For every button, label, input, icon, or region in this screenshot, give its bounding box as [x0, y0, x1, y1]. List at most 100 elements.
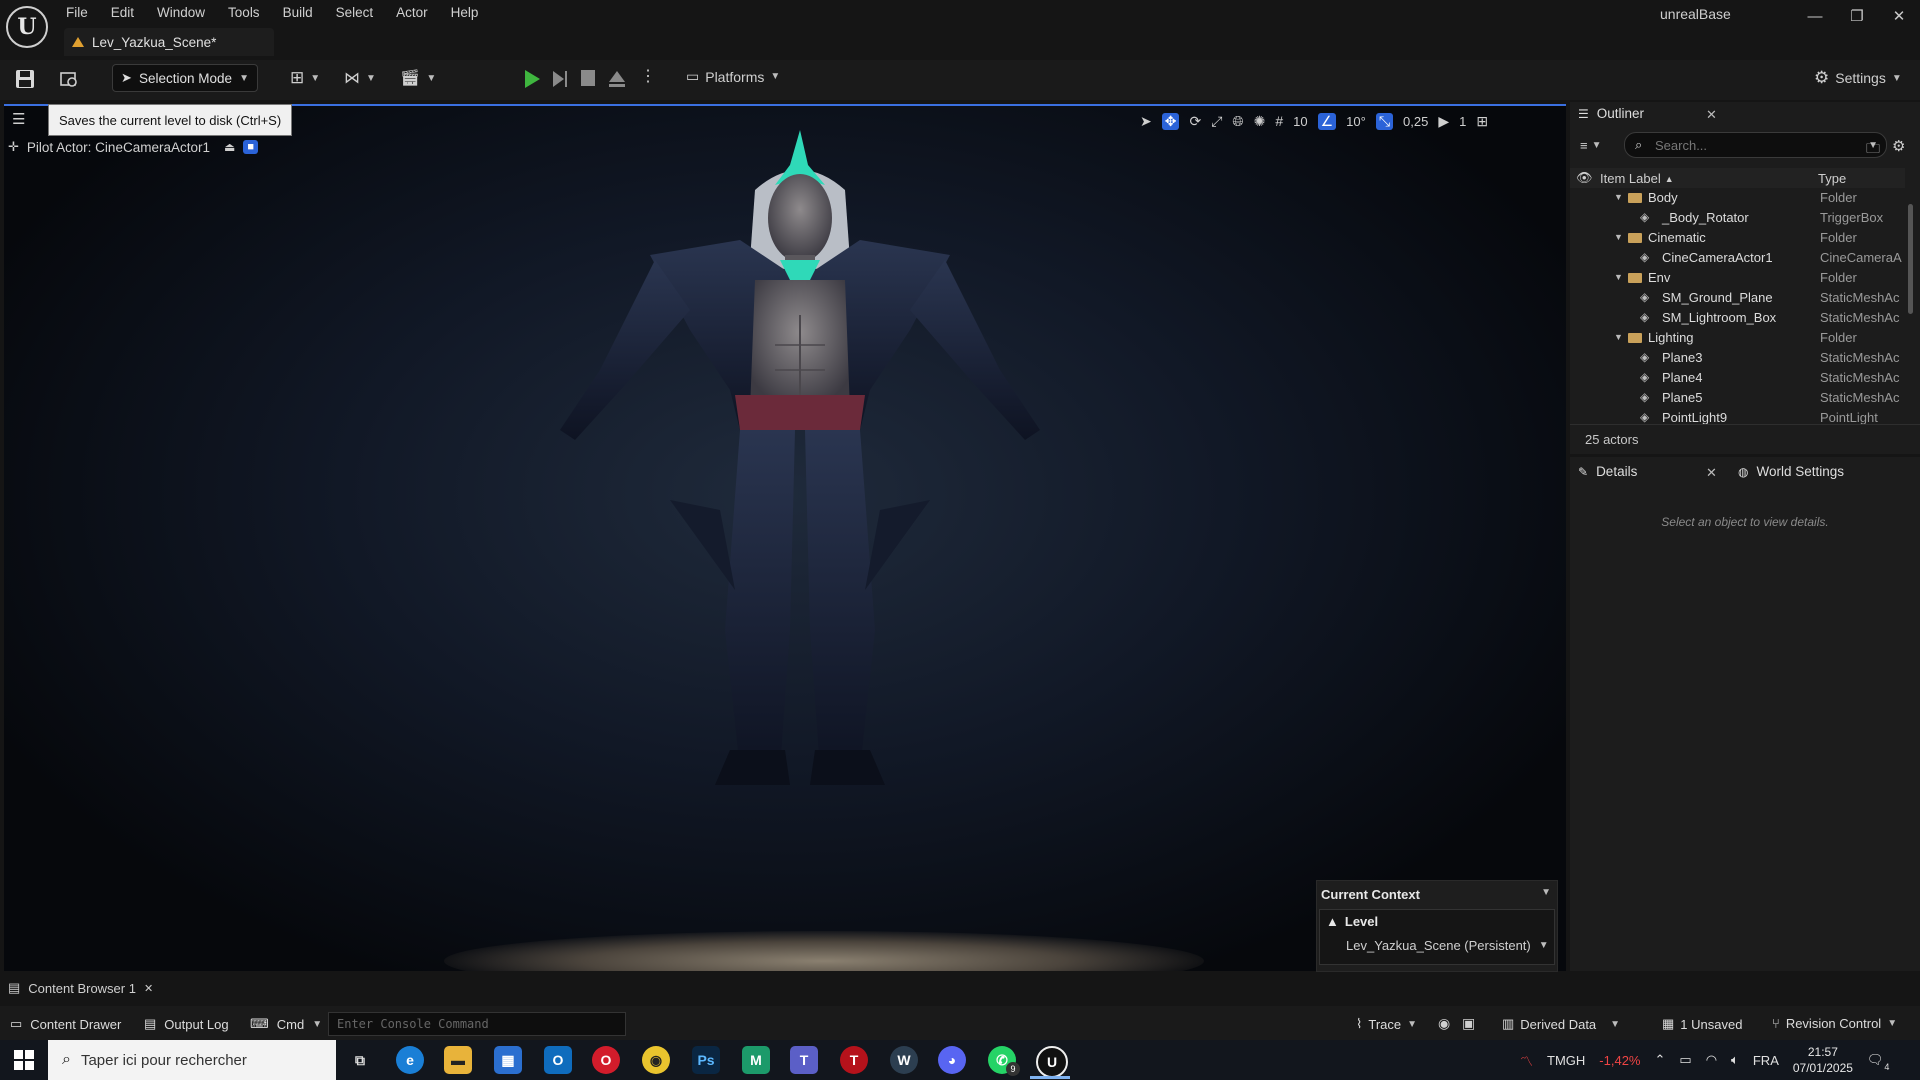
- content-browser-tab[interactable]: ▤ Content Browser 1 ✕: [8, 980, 153, 996]
- platforms-dropdown[interactable]: ▭ Platforms ▼: [686, 68, 780, 85]
- stop-button[interactable]: [581, 70, 595, 86]
- grid-snap-icon[interactable]: #: [1275, 113, 1283, 129]
- add-folder-icon[interactable]: 🗀︎: [1866, 138, 1880, 162]
- eject-button[interactable]: [607, 68, 627, 93]
- column-type[interactable]: Type: [1818, 171, 1846, 186]
- close-icon[interactable]: ✕: [1706, 465, 1717, 481]
- outliner-actor-row[interactable]: ◈ SM_Ground_Plane StaticMeshAc: [1570, 288, 1905, 308]
- settings-dropdown[interactable]: ⚙ Settings ▼: [1814, 68, 1902, 88]
- translate-tool-icon[interactable]: ✥: [1161, 112, 1180, 130]
- teams-icon[interactable]: T: [790, 1046, 818, 1074]
- outliner-scrollbar[interactable]: [1908, 204, 1913, 314]
- scale-snap-icon[interactable]: ⤡: [1375, 112, 1394, 130]
- camera-speed-value[interactable]: 1: [1459, 114, 1466, 129]
- outliner-tab[interactable]: ☰ Outliner: [1578, 106, 1644, 121]
- outliner-actor-row[interactable]: ◈ Plane5 StaticMeshAc: [1570, 388, 1905, 408]
- record-icon[interactable]: ◉: [1438, 1015, 1450, 1032]
- outliner-search-input[interactable]: ⌕ Search... ▼: [1624, 132, 1887, 158]
- outliner-actor-row[interactable]: ◈ Plane4 StaticMeshAc: [1570, 368, 1905, 388]
- content-drawer-button[interactable]: ▭ Content Drawer: [10, 1016, 121, 1032]
- level-document-tab[interactable]: Lev_Yazkua_Scene*: [64, 28, 274, 56]
- expand-arrow-icon[interactable]: ▼: [1614, 232, 1623, 242]
- menu-actor[interactable]: Actor: [396, 5, 440, 20]
- blueprints-dropdown[interactable]: ⋈ ▼: [344, 68, 376, 88]
- taskbar-search-box[interactable]: ⌕ Taper ici pour rechercher: [48, 1040, 336, 1080]
- camera-lock-icon[interactable]: ■: [243, 140, 258, 154]
- notifications-icon[interactable]: 🗨︎ 4: [1867, 1052, 1890, 1072]
- discord-icon[interactable]: ◕: [938, 1046, 966, 1074]
- selection-mode-dropdown[interactable]: ➤ Selection Mode ▼: [112, 64, 258, 92]
- chevron-down-icon[interactable]: ▼: [1541, 887, 1551, 898]
- gear-icon[interactable]: ⚙: [1892, 137, 1905, 155]
- revision-control-dropdown[interactable]: ⑂ Revision Control ▼: [1772, 1016, 1897, 1031]
- console-command-input[interactable]: Enter Console Command: [328, 1012, 626, 1036]
- wifi-icon[interactable]: ◠: [1706, 1052, 1717, 1068]
- browse-level-icon[interactable]: [58, 68, 80, 90]
- close-window-button[interactable]: ✕: [1884, 6, 1914, 28]
- add-actor-dropdown[interactable]: ⊞ ▼: [290, 68, 320, 88]
- filter-dropdown[interactable]: ≡ ▼: [1580, 138, 1602, 153]
- chrome-icon[interactable]: ◉: [642, 1046, 670, 1074]
- menu-build[interactable]: Build: [283, 5, 325, 20]
- mudbox-icon[interactable]: M: [742, 1046, 770, 1074]
- expand-arrow-icon[interactable]: ▼: [1614, 272, 1623, 282]
- grid-snap-value[interactable]: 10: [1293, 114, 1307, 129]
- language-indicator[interactable]: FRA: [1753, 1053, 1779, 1068]
- viewport-layout-icon[interactable]: ⊞: [1476, 113, 1488, 130]
- outliner-actor-row[interactable]: ◈ _Body_Rotator TriggerBox: [1570, 208, 1905, 228]
- derived-data-dropdown[interactable]: ▥ Derived Data ▼: [1502, 1016, 1620, 1032]
- outliner-folder-row[interactable]: ▼ Cinematic Folder: [1570, 228, 1905, 248]
- expand-arrow-icon[interactable]: ▼: [1614, 332, 1623, 342]
- menu-select[interactable]: Select: [336, 5, 386, 20]
- rotation-snap-icon[interactable]: ∠: [1317, 112, 1337, 130]
- surface-snap-icon[interactable]: ✺: [1254, 113, 1266, 130]
- advance-frame-button[interactable]: [550, 68, 570, 93]
- outlook-icon[interactable]: O: [544, 1046, 572, 1074]
- select-tool-icon[interactable]: ➤: [1140, 113, 1152, 130]
- w-app-icon[interactable]: W: [890, 1046, 918, 1074]
- menu-window[interactable]: Window: [157, 5, 217, 20]
- cinematics-dropdown[interactable]: 🎬︎ ▼: [400, 68, 436, 88]
- outliner-actor-row[interactable]: ◈ PointLight9 PointLight: [1570, 408, 1905, 428]
- world-settings-tab[interactable]: ◍ World Settings: [1738, 464, 1844, 479]
- play-button[interactable]: [522, 68, 542, 93]
- trace-dropdown[interactable]: ⌇ Trace ▼: [1356, 1016, 1417, 1032]
- column-item-label[interactable]: Item Label ▲: [1600, 171, 1674, 186]
- clock[interactable]: 21:57 07/01/2025: [1793, 1044, 1853, 1076]
- opera-icon[interactable]: O: [592, 1046, 620, 1074]
- photoshop-icon[interactable]: Ps: [692, 1046, 720, 1074]
- rotation-snap-value[interactable]: 10°: [1346, 114, 1366, 129]
- battery-icon[interactable]: ▭: [1679, 1052, 1691, 1068]
- task-view-icon[interactable]: ⧉: [346, 1046, 374, 1074]
- level-selector[interactable]: Lev_Yazkua_Scene (Persistent) ▼: [1346, 938, 1549, 953]
- save-icon[interactable]: [14, 68, 36, 90]
- output-log-button[interactable]: ▤ Output Log: [144, 1016, 229, 1032]
- world-space-icon[interactable]: 🌐︎: [1232, 113, 1243, 130]
- scale-tool-icon[interactable]: ⤢: [1211, 113, 1222, 130]
- unsaved-button[interactable]: ▦ 1 Unsaved: [1662, 1016, 1742, 1032]
- outliner-folder-row[interactable]: ▼ Lighting Folder: [1570, 328, 1905, 348]
- unreal-logo[interactable]: U: [6, 6, 48, 48]
- close-icon[interactable]: ✕: [144, 982, 153, 995]
- viewport-menu-icon[interactable]: ☰: [12, 110, 25, 128]
- menu-tools[interactable]: Tools: [228, 5, 272, 20]
- outliner-folder-row[interactable]: ▼ Body Folder: [1570, 188, 1905, 208]
- menu-help[interactable]: Help: [451, 5, 491, 20]
- volume-icon[interactable]: 🔈︎: [1731, 1052, 1739, 1068]
- restore-button[interactable]: ❐: [1842, 6, 1872, 28]
- details-tab[interactable]: ✎ Details: [1578, 464, 1637, 479]
- eject-pilot-icon[interactable]: ⏏: [224, 140, 235, 154]
- chevron-up-icon[interactable]: ⌃: [1655, 1052, 1666, 1068]
- close-icon[interactable]: ✕: [1706, 107, 1717, 123]
- microsoft-store-icon[interactable]: ▦: [494, 1046, 522, 1074]
- outliner-actor-row[interactable]: ◈ Plane3 StaticMeshAc: [1570, 348, 1905, 368]
- outliner-actor-row[interactable]: ◈ CineCameraActor1 CineCameraA: [1570, 248, 1905, 268]
- screenshot-icon[interactable]: ▣: [1462, 1015, 1475, 1032]
- unreal-taskbar-icon[interactable]: U: [1036, 1046, 1068, 1078]
- rotate-tool-icon[interactable]: ⟳: [1189, 113, 1201, 130]
- outliner-folder-row[interactable]: ▼ Env Folder: [1570, 268, 1905, 288]
- more-options-icon[interactable]: ⋮: [640, 66, 656, 86]
- camera-speed-icon[interactable]: ▶: [1438, 113, 1449, 130]
- tes-icon[interactable]: T: [840, 1046, 868, 1074]
- outliner-actor-row[interactable]: ◈ SM_Lightroom_Box StaticMeshAc: [1570, 308, 1905, 328]
